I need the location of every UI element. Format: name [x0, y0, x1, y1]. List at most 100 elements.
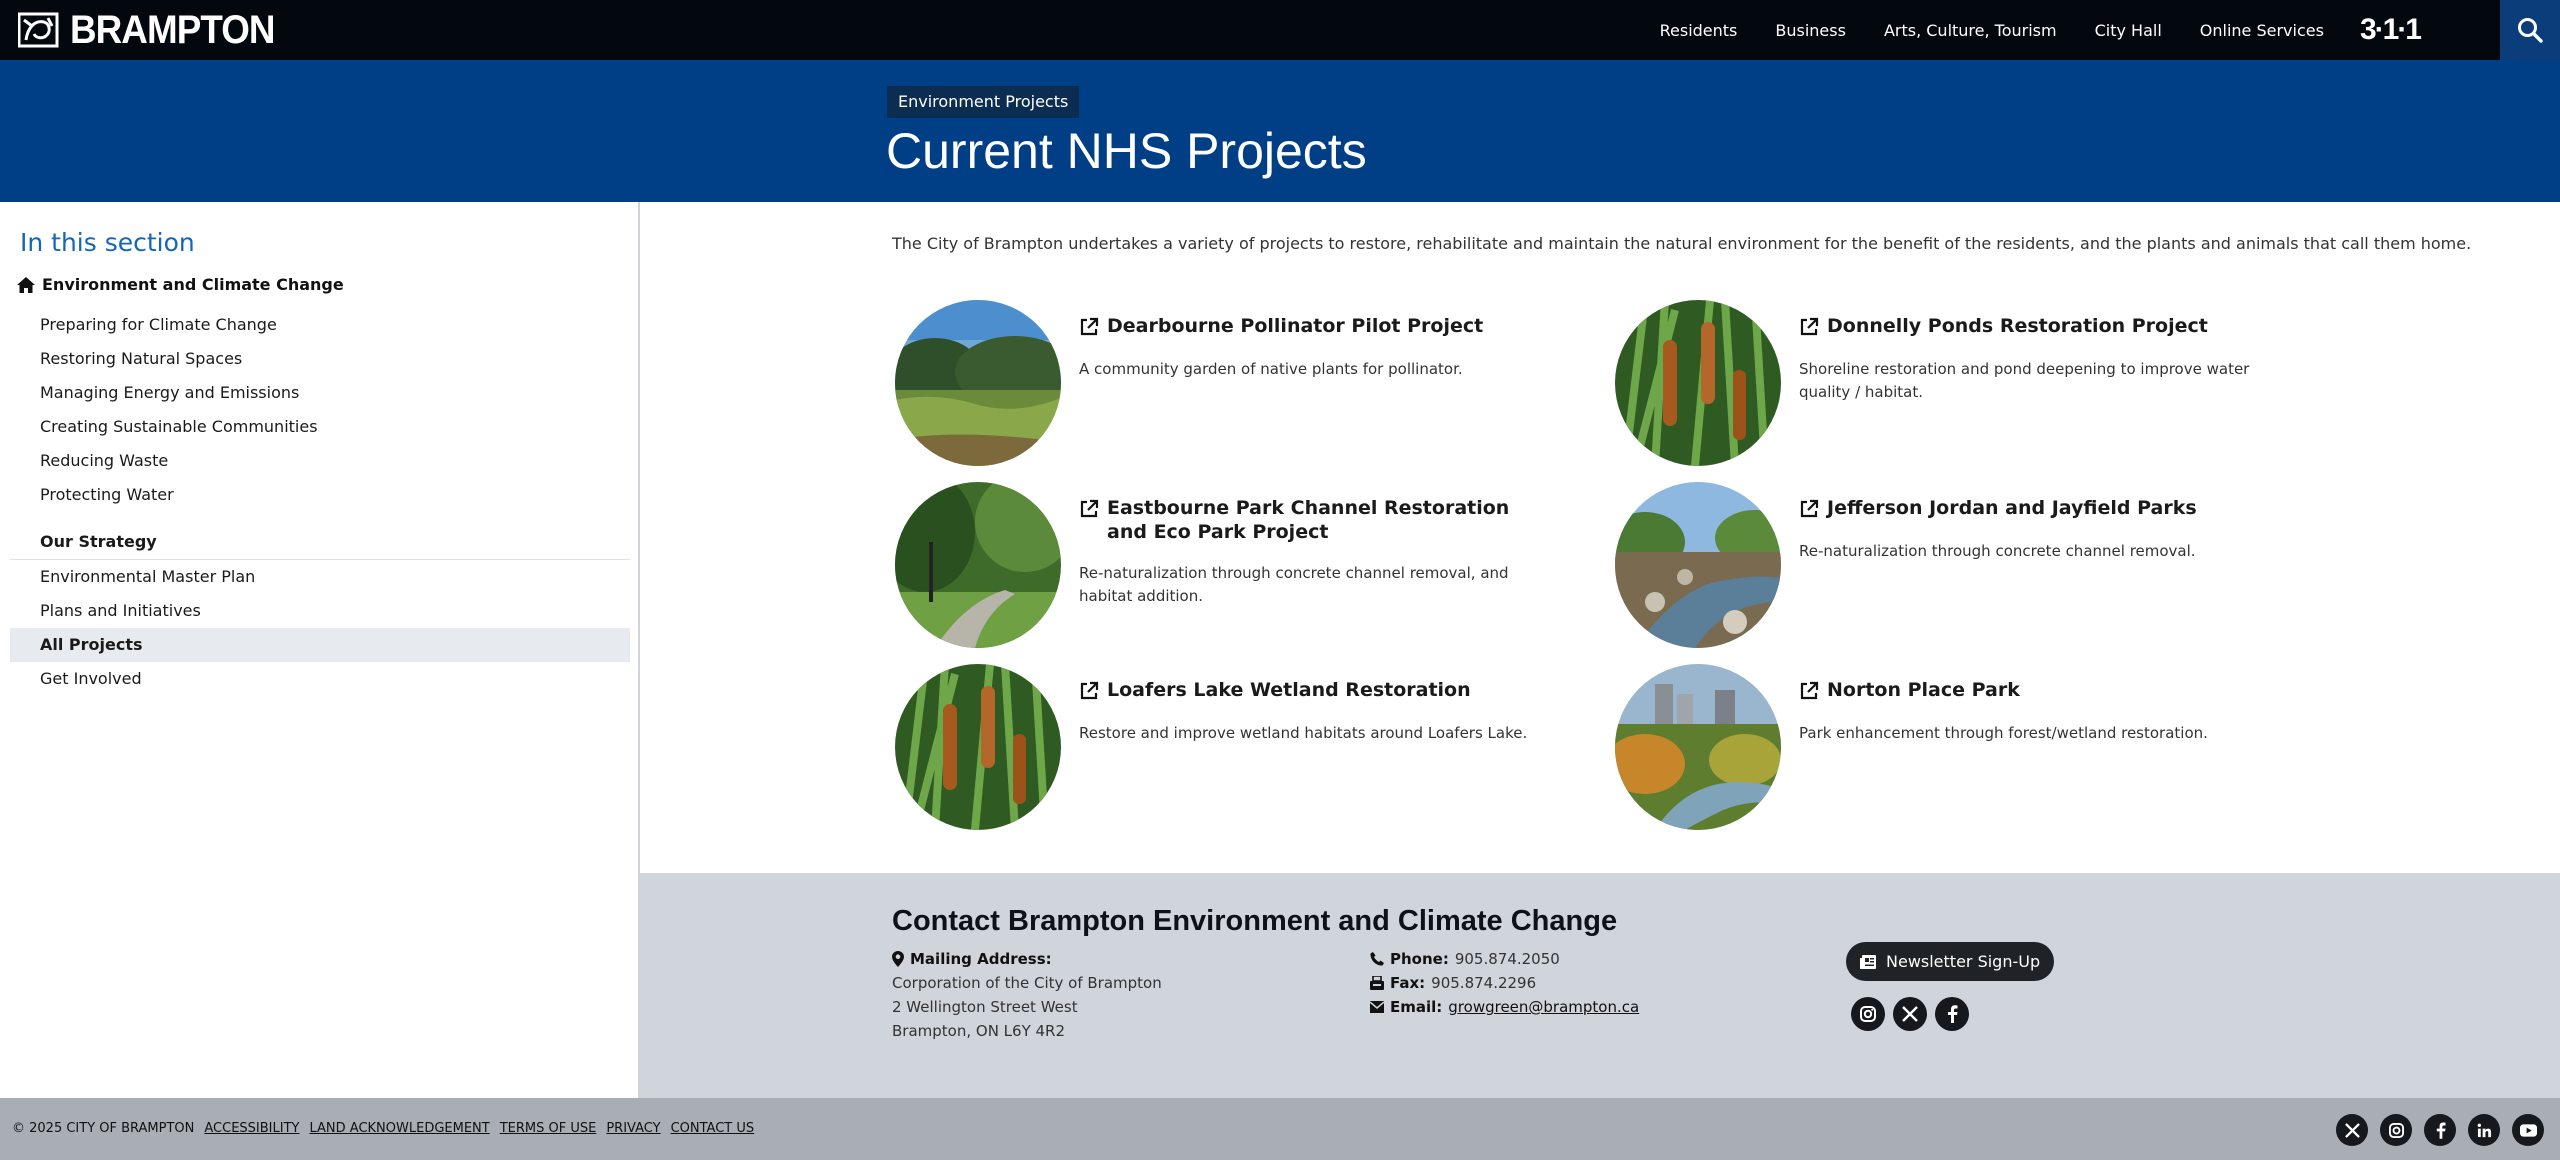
project-title: Donnelly Ponds Restoration Project [1827, 315, 2208, 337]
project-description: Shoreline restoration and pond deepening… [1799, 360, 2250, 401]
phone-value[interactable]: 905.874.2050 [1455, 947, 1560, 971]
email-link[interactable]: growgreen@brampton.ca [1448, 995, 1639, 1019]
sidebar-item-master-plan[interactable]: Environmental Master Plan [10, 560, 630, 594]
nav-311-badge[interactable]: 3·1·1 [2360, 13, 2422, 47]
sidebar-item-plans-initiatives[interactable]: Plans and Initiatives [10, 594, 630, 628]
map-pin-icon [892, 951, 904, 967]
sidebar-item-energy-emissions[interactable]: Managing Energy and Emissions [10, 376, 630, 410]
project-link[interactable]: Jefferson Jordan and Jayfield Parks [1799, 496, 2269, 520]
project-image-aerial-park[interactable] [1615, 664, 1781, 830]
project-image-cattails[interactable] [895, 664, 1061, 830]
project-title: Loafers Lake Wetland Restoration [1107, 679, 1471, 701]
nav-online-services[interactable]: Online Services [2200, 21, 2324, 40]
footer-instagram-link[interactable] [2380, 1114, 2412, 1146]
project-image-meadow[interactable] [895, 300, 1061, 466]
sidebar-group-title[interactable]: Our Strategy [10, 524, 630, 560]
intro-text: The City of Brampton undertakes a variet… [892, 234, 2472, 253]
top-navigation-bar: BRAMPTON Residents Business Arts, Cultur… [0, 0, 2560, 60]
instagram-link[interactable] [1851, 997, 1885, 1031]
external-link-icon [1800, 681, 1819, 700]
project-image-park-path[interactable] [895, 482, 1061, 648]
project-title: Norton Place Park [1827, 679, 2020, 701]
phone-icon [1370, 952, 1384, 966]
footer-x-link[interactable] [2336, 1114, 2368, 1146]
newsletter-signup-button[interactable]: Newsletter Sign-Up [1846, 942, 2055, 981]
nav-arts-culture-tourism[interactable]: Arts, Culture, Tourism [1884, 21, 2057, 40]
sidebar-heading: In this section [20, 228, 195, 257]
project-link[interactable]: Eastbourne Park Channel Restoration and … [1079, 496, 1549, 544]
address-line: Brampton, ON L6Y 4R2 [892, 1022, 1066, 1040]
contact-title: Contact Brampton Environment and Climate… [892, 905, 1618, 937]
copyright-text: © 2025 CITY OF BRAMPTON [12, 1121, 195, 1136]
sidebar-item-get-involved[interactable]: Get Involved [10, 662, 630, 696]
address-line: 2 Wellington Street West [892, 998, 1078, 1016]
external-link-icon [1080, 317, 1099, 336]
email-label: Email: [1390, 998, 1443, 1016]
project-card: Eastbourne Park Channel Restoration and … [895, 482, 1595, 652]
footer-linkedin-link[interactable] [2468, 1114, 2500, 1146]
site-footer: © 2025 CITY OF BRAMPTON ACCESSIBILITY LA… [0, 1098, 2560, 1160]
footer-facebook-link[interactable] [2424, 1114, 2456, 1146]
sidebar-item-preparing-climate[interactable]: Preparing for Climate Change [10, 308, 630, 342]
external-link-icon [1800, 317, 1819, 336]
project-image-cattails[interactable] [1615, 300, 1781, 466]
project-description: Re-naturalization through concrete chann… [1799, 542, 2196, 560]
phone-label: Phone: [1390, 950, 1449, 968]
project-card: Dearbourne Pollinator Pilot Project A co… [895, 300, 1595, 470]
external-link-icon [1080, 499, 1099, 518]
address-line: Corporation of the City of Brampton [892, 974, 1162, 992]
project-link[interactable]: Norton Place Park [1799, 678, 2269, 702]
breadcrumb-tag[interactable]: Environment Projects [887, 86, 1080, 118]
project-title: Dearbourne Pollinator Pilot Project [1107, 315, 1484, 337]
sidebar-strategy-group: Our Strategy Environmental Master Plan P… [10, 524, 630, 696]
logo-wordmark: BRAMPTON [70, 8, 276, 52]
facebook-icon [2436, 1122, 2446, 1139]
facebook-link[interactable] [1935, 997, 1969, 1031]
page-hero: Environment Projects Current NHS Project… [0, 60, 2560, 202]
x-link[interactable] [1893, 997, 1927, 1031]
linkedin-icon [2477, 1123, 2491, 1137]
instagram-icon [2388, 1122, 2404, 1138]
newspaper-icon [1860, 954, 1876, 969]
sidebar-list: Preparing for Climate Change Restoring N… [10, 308, 630, 512]
nav-city-hall[interactable]: City Hall [2095, 21, 2162, 40]
nav-residents[interactable]: Residents [1660, 21, 1738, 40]
section-sidebar: In this section Environment and Climate … [0, 202, 640, 1098]
footer-youtube-link[interactable] [2512, 1114, 2544, 1146]
newsletter-label: Newsletter Sign-Up [1886, 952, 2041, 971]
page-title: Current NHS Projects [886, 123, 1367, 179]
project-description: Park enhancement through forest/wetland … [1799, 724, 2208, 742]
brampton-logo[interactable]: BRAMPTON [18, 10, 292, 50]
fax-value: 905.874.2296 [1431, 974, 1537, 992]
project-link[interactable]: Dearbourne Pollinator Pilot Project [1079, 314, 1549, 338]
footer-link-land-acknowledgement[interactable]: LAND ACKNOWLEDGEMENT [309, 1121, 489, 1136]
project-link[interactable]: Donnelly Ponds Restoration Project [1799, 314, 2269, 338]
sidebar-root-label: Environment and Climate Change [42, 275, 344, 294]
nav-business[interactable]: Business [1775, 21, 1846, 40]
sidebar-root-link[interactable]: Environment and Climate Change [16, 275, 344, 294]
external-link-icon [1800, 499, 1819, 518]
footer-link-contact[interactable]: CONTACT US [671, 1121, 755, 1136]
fax-label: Fax: [1390, 974, 1426, 992]
sidebar-item-all-projects[interactable]: All Projects [10, 628, 630, 662]
project-title: Jefferson Jordan and Jayfield Parks [1827, 497, 2197, 519]
footer-link-accessibility[interactable]: ACCESSIBILITY [204, 1121, 299, 1136]
footer-link-terms[interactable]: TERMS OF USE [500, 1121, 597, 1136]
project-card: Donnelly Ponds Restoration Project Shore… [1615, 300, 2315, 470]
project-description: Re-naturalization through concrete chann… [1079, 564, 1509, 605]
sidebar-item-reducing-waste[interactable]: Reducing Waste [10, 444, 630, 478]
project-link[interactable]: Loafers Lake Wetland Restoration [1079, 678, 1549, 702]
project-title: Eastbourne Park Channel Restoration and … [1107, 497, 1510, 543]
search-button[interactable] [2500, 0, 2560, 60]
external-link-icon [1080, 681, 1099, 700]
sidebar-item-sustainable-communities[interactable]: Creating Sustainable Communities [10, 410, 630, 444]
email-icon [1370, 1001, 1384, 1013]
x-icon [1902, 1006, 1918, 1022]
sidebar-item-protecting-water[interactable]: Protecting Water [10, 478, 630, 512]
footer-link-privacy[interactable]: PRIVACY [606, 1121, 660, 1136]
fax-icon [1370, 976, 1384, 990]
instagram-icon [1860, 1006, 1876, 1022]
sidebar-item-restoring-spaces[interactable]: Restoring Natural Spaces [10, 342, 630, 376]
project-card: Loafers Lake Wetland Restoration Restore… [895, 664, 1595, 834]
project-image-creek[interactable] [1615, 482, 1781, 648]
